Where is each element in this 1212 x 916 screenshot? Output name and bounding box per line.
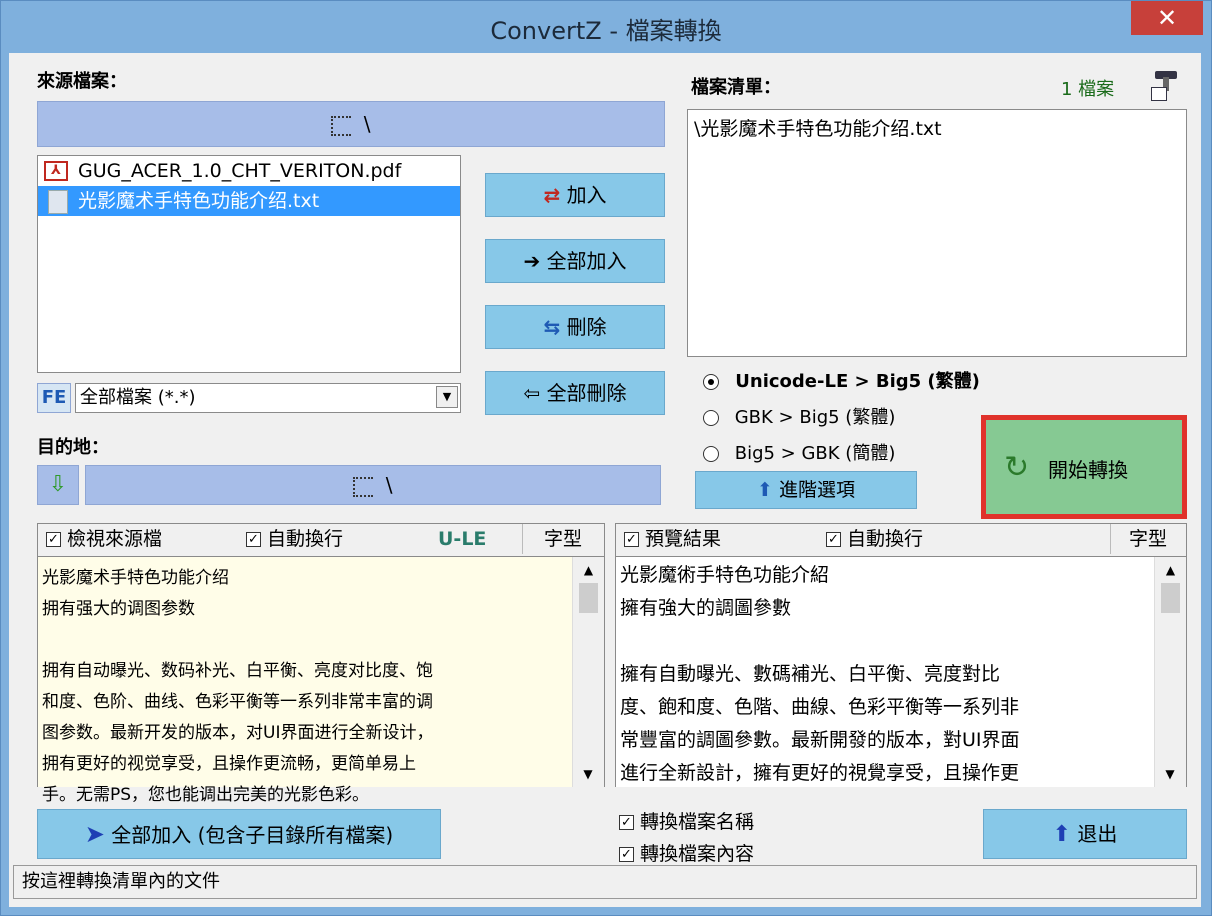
title-bar[interactable]: ConvertZ - 檔案轉換 ✕	[1, 1, 1211, 53]
list-item-name: 光影魔术手特色功能介绍.txt	[78, 190, 320, 212]
app-window: ConvertZ - 檔案轉換 ✕ 來源檔案： \ ⅄ GUG_ACER_1.0…	[0, 0, 1212, 916]
advanced-options-button[interactable]: ⬆ 進階選項	[695, 471, 917, 509]
add-icon: ⇄	[543, 183, 561, 207]
list-item[interactable]: 光影魔术手特色功能介绍.txt	[38, 186, 460, 216]
convert-cursor-icon: ↻	[1004, 450, 1030, 485]
source-scrollbar[interactable]: ▲ ▼	[572, 557, 604, 787]
source-path: \	[363, 112, 371, 136]
delete-all-button[interactable]: ⇦ 全部刪除	[485, 371, 665, 415]
convert-names-checkbox[interactable]: ✓ 轉換檔案名稱	[619, 807, 754, 834]
delete-icon: ⇆	[543, 315, 561, 339]
filter-value: 全部檔案 (*.*)	[80, 387, 196, 408]
radio-icon	[703, 410, 719, 426]
delete-button[interactable]: ⇆ 刪除	[485, 305, 665, 349]
preview-font-button[interactable]: 字型	[1110, 524, 1185, 554]
file-list-label: 檔案清單：	[691, 77, 781, 98]
hammer-icon[interactable]	[1151, 69, 1181, 101]
radio-unicode-le-big5[interactable]: Unicode-LE > Big5 (繁體)	[703, 367, 980, 393]
arrow-right-icon: ➤	[84, 820, 105, 848]
source-label: 來源檔案：	[37, 71, 127, 92]
arrow-down-icon[interactable]: ⇩	[37, 465, 79, 505]
add-button[interactable]: ⇄ 加入	[485, 173, 665, 217]
list-item-name: GUG_ACER_1.0_CHT_VERITON.pdf	[78, 160, 402, 182]
destination-path-bar[interactable]: \	[85, 465, 661, 505]
preview-panel: ✓ 預覽結果 ✓ 自動換行 字型 光影魔術手特色功能介紹 擁有強大的調圖參數 擁…	[615, 523, 1187, 787]
source-file-list[interactable]: ⅄ GUG_ACER_1.0_CHT_VERITON.pdf 光影魔术手特色功能…	[37, 155, 461, 373]
add-all-subfolders-button[interactable]: ➤ 全部加入 (包含子目錄所有檔案)	[37, 809, 441, 859]
exit-button[interactable]: ⬆ 退出	[983, 809, 1187, 859]
filter-badge: FE	[37, 383, 71, 413]
radio-big5-gbk[interactable]: Big5 > GBK (簡體)	[703, 439, 895, 465]
close-button[interactable]: ✕	[1131, 1, 1203, 35]
file-count: 1 檔案	[1061, 79, 1115, 100]
source-text-area[interactable]: 光影魔术手特色功能介绍 拥有强大的调图参数 拥有自动曝光、数码补光、白平衡、亮度…	[38, 556, 604, 805]
folder-tree-icon	[353, 476, 374, 497]
radio-selected-icon	[703, 374, 719, 390]
status-bar: 按這裡轉換清單內的文件	[13, 865, 1197, 899]
text-file-icon	[48, 190, 68, 214]
arrow-up-icon: ⬆	[757, 479, 773, 501]
source-wrap-checkbox[interactable]: ✓ 自動換行	[246, 524, 343, 554]
destination-path: \	[385, 473, 393, 497]
preview-wrap-checkbox[interactable]: ✓ 自動換行	[826, 524, 923, 554]
add-all-button[interactable]: ➔ 全部加入	[485, 239, 665, 283]
encoding-label: U-LE	[438, 528, 487, 550]
radio-icon	[703, 446, 719, 462]
arrow-right-icon: ➔	[523, 249, 541, 273]
arrow-left-icon: ⇦	[523, 381, 541, 405]
filter-select[interactable]: 全部檔案 (*.*) ▼	[75, 383, 461, 413]
source-path-bar[interactable]: \	[37, 101, 665, 147]
destination-label: 目的地：	[37, 437, 109, 458]
source-view-panel: ✓ 檢視來源檔 ✓ 自動換行 U-LE 字型 光影魔术手特色功能介绍 拥有强大的…	[37, 523, 605, 805]
folder-tree-icon	[331, 115, 352, 136]
radio-gbk-big5[interactable]: GBK > Big5 (繁體)	[703, 403, 895, 429]
preview-text-area[interactable]: 光影魔術手特色功能介紹 擁有強大的調圖參數 擁有自動曝光、數碼補光、白平衡、亮度…	[616, 556, 1186, 787]
preview-scrollbar[interactable]: ▲ ▼	[1154, 557, 1186, 787]
source-font-button[interactable]: 字型	[522, 524, 603, 554]
conversion-file-list[interactable]: \光影魔术手特色功能介绍.txt	[687, 109, 1187, 357]
pdf-icon: ⅄	[44, 161, 68, 181]
arrow-up-icon: ⬆	[1052, 822, 1072, 847]
view-source-checkbox[interactable]: ✓ 檢視來源檔	[46, 524, 162, 554]
client-area: 來源檔案： \ ⅄ GUG_ACER_1.0_CHT_VERITON.pdf 光…	[9, 53, 1201, 907]
convert-content-checkbox[interactable]: ✓ 轉換檔案內容	[619, 839, 754, 866]
chevron-down-icon[interactable]: ▼	[436, 386, 458, 408]
list-item[interactable]: \光影魔术手特色功能介绍.txt	[694, 114, 1180, 141]
window-title: ConvertZ - 檔案轉換	[490, 17, 722, 45]
preview-checkbox[interactable]: ✓ 預覽結果	[624, 524, 721, 554]
list-item[interactable]: ⅄ GUG_ACER_1.0_CHT_VERITON.pdf	[38, 156, 460, 186]
start-conversion-button[interactable]: ↻ 開始轉換	[981, 415, 1187, 519]
